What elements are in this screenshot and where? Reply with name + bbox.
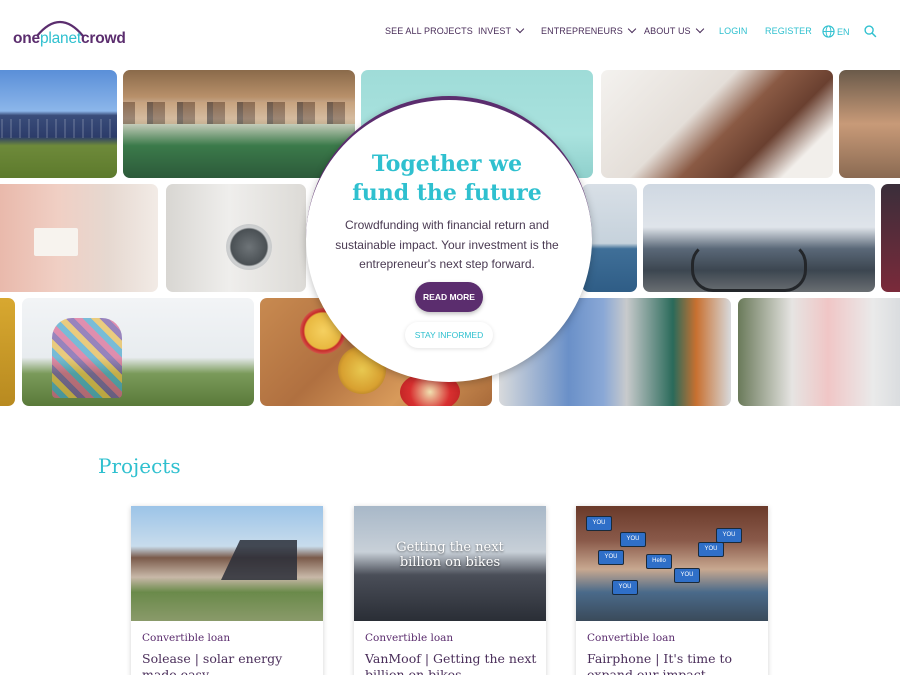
edge-image: [0, 298, 15, 406]
project-card[interactable]: Convertible loan Solease | solar energy …: [131, 506, 323, 675]
clothing-tag: [34, 228, 78, 256]
project-card[interactable]: YOU YOU YOU Hello YOU YOU YOU YOU Conver…: [576, 506, 768, 675]
project-title[interactable]: Solease | solar energy made easy: [142, 651, 314, 675]
washer-door: [226, 224, 272, 270]
main-nav: SEE ALL PROJECTS INVEST ENTREPRENEURS AB…: [0, 24, 900, 40]
project-image: YOU YOU YOU Hello YOU YOU YOU YOU: [576, 506, 768, 621]
phone-screen: YOU: [612, 580, 638, 595]
globe-icon[interactable]: [822, 25, 835, 38]
edge-image: [881, 184, 900, 292]
read-more-button[interactable]: READ MORE: [415, 282, 483, 312]
phone-screen: YOU: [586, 516, 612, 531]
stay-informed-button[interactable]: STAY INFORMED: [405, 322, 493, 348]
project-image: [131, 506, 323, 621]
hero-circle: Together we fund the future Crowdfunding…: [306, 96, 592, 382]
nav-register[interactable]: REGISTER: [765, 26, 812, 36]
project-title[interactable]: VanMoof | Getting the next billion on bi…: [365, 651, 537, 675]
phone-screen: YOU: [598, 550, 624, 565]
project-title[interactable]: Fairphone | It's time to expand our impa…: [587, 651, 759, 675]
nav-see-all-projects[interactable]: SEE ALL PROJECTS: [385, 26, 473, 36]
phone-screen: Hello: [646, 554, 672, 569]
solar-panels-image: [0, 70, 117, 178]
nav-about-us[interactable]: ABOUT US: [644, 24, 704, 36]
baby-image: [601, 70, 833, 178]
phone-screen: YOU: [674, 568, 700, 583]
project-type: Convertible loan: [365, 632, 454, 644]
knitwear-image: [0, 184, 158, 292]
search-icon[interactable]: [864, 25, 877, 38]
hero-mosaic: Together we fund the future Crowdfunding…: [0, 70, 900, 410]
cyclists-image: [643, 184, 875, 292]
chevron-down-icon: [515, 24, 525, 34]
hero-title: Together we fund the future: [352, 151, 542, 206]
giraffe-sculptures-image: [22, 298, 254, 406]
chevron-down-icon: [627, 24, 637, 34]
phone-screen: YOU: [698, 542, 724, 557]
goats-image: [839, 70, 900, 178]
image-caption: Getting the next billion on bikes: [396, 540, 504, 570]
nav-entrepreneurs[interactable]: ENTREPRENEURS: [541, 24, 637, 36]
project-card[interactable]: Getting the next billion on bikes Conver…: [354, 506, 546, 675]
projects-heading: Projects: [98, 454, 181, 478]
chevron-down-icon: [695, 24, 704, 34]
project-type: Convertible loan: [587, 632, 676, 644]
washing-machine-image: [166, 184, 306, 292]
woman-street-image: [738, 298, 900, 406]
language-selector[interactable]: EN: [837, 27, 850, 37]
site-header: oneplanetcrowd SEE ALL PROJECTS INVEST E…: [0, 0, 900, 66]
hero-description: Crowdfunding with financial return and s…: [335, 218, 559, 271]
project-image: Getting the next billion on bikes: [354, 506, 546, 621]
nav-login[interactable]: LOGIN: [719, 26, 748, 36]
project-type: Convertible loan: [142, 632, 231, 644]
phone-screen: YOU: [620, 532, 646, 547]
phone-screen: YOU: [716, 528, 742, 543]
nav-invest[interactable]: INVEST: [478, 24, 525, 36]
